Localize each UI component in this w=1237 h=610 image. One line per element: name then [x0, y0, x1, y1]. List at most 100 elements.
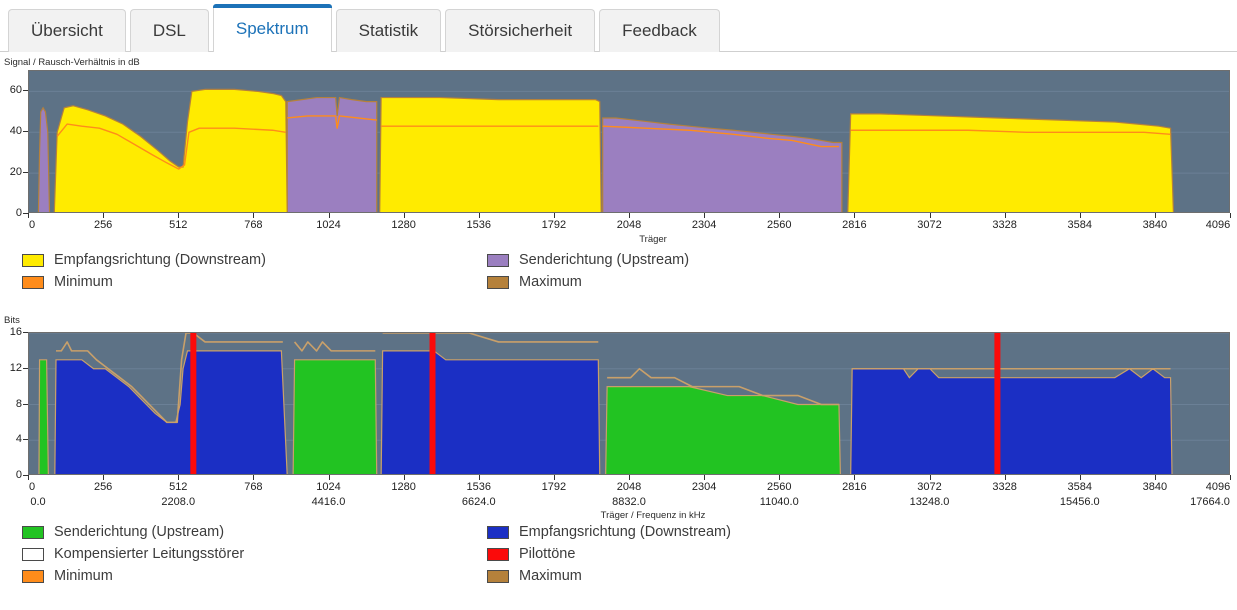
x-axis-tick-mark [704, 213, 706, 218]
y-axis-tick-label: 60 [9, 84, 22, 97]
legend-label: Senderichtung (Upstream) [54, 524, 225, 540]
x-axis-tick-label: 1536 [466, 219, 491, 231]
x-axis-tick-mark [478, 475, 480, 480]
x-axis-tick-label: 2816 [842, 481, 867, 493]
tab-statistik[interactable]: Statistik [335, 9, 442, 52]
tab-feedback[interactable]: Feedback [599, 9, 720, 52]
tab-label: DSL [152, 21, 186, 40]
y-axis-tick-label: 40 [9, 125, 22, 138]
x-axis-tick-mark [103, 475, 105, 480]
x-axis-tick-label: 2048 [616, 481, 642, 493]
legend-item-upstream[interactable]: Senderichtung (Upstream) [487, 253, 689, 268]
x-axis-frequency-label: 13248.0 [909, 496, 950, 508]
x-axis-tick-label: 1024 [316, 481, 341, 493]
legend-label: Empfangsrichtung (Downstream) [54, 252, 266, 268]
legend-swatch-downstream [22, 253, 44, 267]
x-axis-title: Träger [639, 234, 667, 245]
legend-swatch-minimum-bits [22, 569, 44, 583]
legend-item-downstream-bits[interactable]: Empfangsrichtung (Downstream) [487, 525, 731, 540]
x-axis-tick-mark [1004, 475, 1006, 480]
bits-plot-svg [29, 333, 1229, 474]
tab-bar: Übersicht DSL Spektrum Statistik Störsic… [0, 0, 1237, 53]
y-axis-tick-mark [23, 403, 28, 405]
legend-swatch-maximum-bits [487, 569, 509, 583]
legend-label: Minimum [54, 274, 113, 290]
x-axis-tick-mark [28, 213, 29, 218]
x-axis-tick-label: 3584 [1067, 219, 1092, 231]
legend-item-compensated[interactable]: Kompensierter Leitungsstörer [22, 547, 244, 562]
x-axis-tick-mark [253, 475, 255, 480]
x-axis-tick-mark [1079, 213, 1081, 218]
x-axis-tick-label: 3584 [1067, 481, 1092, 493]
x-axis-tick-label: 1536 [466, 481, 491, 493]
x-axis-tick-label: 3072 [917, 219, 942, 231]
x-axis-tick-label: 2048 [616, 219, 642, 231]
y-axis-tick-label: 16 [9, 326, 22, 338]
x-axis-tick-mark [328, 213, 330, 218]
x-axis-tick-mark [253, 213, 255, 218]
x-axis-tick-label: 0 [28, 481, 36, 493]
x-axis-tick-label: 2560 [767, 219, 792, 231]
y-axis-tick-mark [23, 90, 28, 92]
x-axis-tick-mark [1154, 475, 1156, 480]
legend-item-pilot[interactable]: Pilottöne [487, 547, 575, 562]
x-axis-tick-label: 4096 [1205, 219, 1231, 231]
legend-swatch-pilot [487, 547, 509, 561]
legend-swatch-compensated [22, 547, 44, 561]
legend-swatch-downstream-bits [487, 525, 509, 539]
tab-label: Spektrum [235, 18, 309, 38]
y-axis-tick-label: 8 [15, 397, 22, 410]
y-axis-tick-label: 20 [9, 166, 22, 179]
bits-plot-area[interactable] [28, 332, 1230, 475]
x-axis-frequency-label: 15456.0 [1059, 496, 1100, 508]
x-axis-tick-label: 0 [28, 219, 36, 231]
x-axis-tick-label: 2816 [842, 219, 867, 231]
tab-stoersicherheit[interactable]: Störsicherheit [445, 9, 596, 52]
x-axis-tick-label: 3072 [917, 481, 942, 493]
x-axis-tick-mark [1079, 475, 1081, 480]
tab-spektrum[interactable]: Spektrum [212, 4, 332, 53]
legend-swatch-minimum [22, 275, 44, 289]
x-axis-tick-label: 2304 [691, 481, 717, 493]
x-axis-tick-mark [178, 213, 180, 218]
x-axis-tick-label: 256 [93, 481, 113, 493]
x-axis-tick-mark [704, 475, 706, 480]
x-axis-tick-label: 4096 [1205, 481, 1231, 493]
tab-label: Statistik [358, 21, 419, 40]
x-axis-tick-mark [779, 213, 781, 218]
x-axis-tick-label: 512 [169, 219, 188, 231]
x-axis-tick-mark [403, 213, 405, 218]
y-axis-tick-mark [23, 172, 28, 174]
x-axis-title: Träger / Frequenz in kHz [600, 510, 706, 521]
x-axis-tick-label: 1792 [541, 481, 567, 493]
snr-plot-area[interactable] [28, 70, 1230, 213]
x-axis-tick-mark [854, 213, 856, 218]
x-axis-tick-label: 2304 [691, 219, 717, 231]
x-axis-tick-mark [328, 475, 330, 480]
legend-swatch-upstream-bits [22, 525, 44, 539]
x-axis-frequency-label: 8832.0 [612, 496, 646, 508]
legend-item-minimum[interactable]: Minimum [22, 275, 113, 290]
x-axis-tick-mark [779, 475, 781, 480]
legend-item-minimum-bits[interactable]: Minimum [22, 569, 113, 584]
legend-label: Pilottöne [519, 546, 576, 562]
legend-label: Kompensierter Leitungsstörer [54, 546, 245, 562]
legend-label: Senderichtung (Upstream) [519, 252, 690, 268]
tab-uebersicht[interactable]: Übersicht [8, 9, 126, 52]
tab-dsl[interactable]: DSL [129, 9, 209, 52]
x-axis-tick-label: 256 [93, 219, 113, 231]
x-axis-tick-mark [103, 213, 105, 218]
x-axis-tick-mark [929, 213, 931, 218]
x-axis-tick-label: 512 [169, 481, 188, 493]
legend-item-downstream[interactable]: Empfangsrichtung (Downstream) [22, 253, 266, 268]
legend-item-maximum-bits[interactable]: Maximum [487, 569, 582, 584]
x-axis-tick-mark [629, 475, 630, 480]
x-axis-tick-label: 2560 [767, 481, 792, 493]
legend-item-maximum[interactable]: Maximum [487, 275, 582, 290]
snr-plot-svg [29, 88, 1229, 212]
x-axis-tick-label: 1280 [391, 219, 416, 231]
x-axis-tick-label: 3328 [992, 481, 1017, 493]
snr-chart-ylabel: Signal / Rausch-Verhältnis in dB [4, 57, 140, 68]
legend-item-upstream-bits[interactable]: Senderichtung (Upstream) [22, 525, 224, 540]
x-axis-frequency-label: 0.0 [30, 496, 46, 508]
